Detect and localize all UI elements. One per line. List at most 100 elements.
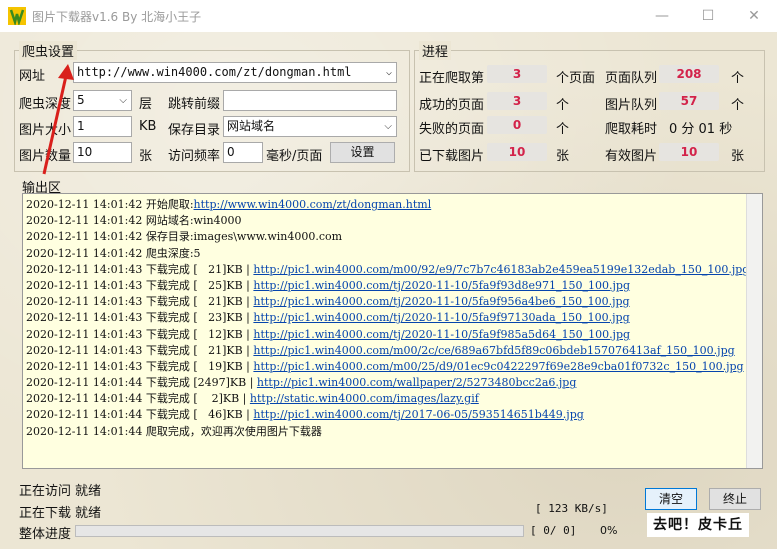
log-text: 2020-12-11 14:01:43 下载完成 [ 21]KB | xyxy=(26,295,254,309)
log-text: 2020-12-11 14:01:43 下载完成 [ 21]KB | xyxy=(26,343,254,357)
crawling-value: 3 xyxy=(487,65,547,83)
log-text: 2020-12-11 14:01:44 爬取完成，欢迎再次使用图片下载器 xyxy=(26,424,322,438)
log-text: 2020-12-11 14:01:42 网站域名:win4000 xyxy=(26,214,242,228)
log-line: 2020-12-11 14:01:42 保存目录:images\www.win4… xyxy=(23,229,762,245)
img-queue-unit: 个 xyxy=(731,98,745,113)
size-unit: KB xyxy=(139,119,157,134)
log-link[interactable]: http://pic1.win4000.com/tj/2020-11-10/5f… xyxy=(253,295,629,308)
log-text: 2020-12-11 14:01:43 下载完成 [ 23]KB | xyxy=(26,311,254,325)
log-text: 2020-12-11 14:01:42 保存目录:images\www.win4… xyxy=(26,230,343,244)
log-lines: 2020-12-11 14:01:42 开始爬取:http://www.win4… xyxy=(23,194,762,440)
log-text: 2020-12-11 14:01:42 爬虫深度:5 xyxy=(26,246,201,260)
save-dir-select[interactable]: 网站域名 ⌵ xyxy=(223,116,397,137)
set-button[interactable]: 设置 xyxy=(330,142,395,163)
url-combo[interactable]: http://www.win4000.com/zt/dongman.html ⌵ xyxy=(73,62,397,83)
jump-prefix-label: 跳转前缀 xyxy=(168,97,221,112)
log-line: 2020-12-11 14:01:42 爬虫深度:5 xyxy=(23,246,762,262)
freq-unit: 毫秒/页面 xyxy=(266,149,323,164)
valid-value: 10 xyxy=(659,143,719,161)
freq-input[interactable]: 0 xyxy=(223,142,263,163)
fail-label: 失败的页面 xyxy=(419,122,485,137)
log-link[interactable]: http://pic1.win4000.com/tj/2020-11-10/5f… xyxy=(253,311,629,324)
log-link[interactable]: http://pic1.win4000.com/tj/2020-11-10/5f… xyxy=(253,328,630,341)
log-text: 2020-12-11 14:01:43 下载完成 [ 21]KB | xyxy=(26,262,254,276)
visiting-label: 正在访问 xyxy=(19,484,72,499)
downloading-label: 正在下载 xyxy=(19,506,72,521)
maximize-icon[interactable]: ☐ xyxy=(685,0,731,32)
log-line: 2020-12-11 14:01:44 下载完成 [ 2]KB | http:/… xyxy=(23,391,762,407)
success-value: 3 xyxy=(487,92,547,110)
log-line: 2020-12-11 14:01:43 下载完成 [ 19]KB | http:… xyxy=(23,359,762,375)
log-link[interactable]: http://pic1.win4000.com/m00/92/e9/7c7b7c… xyxy=(253,263,749,276)
depth-select[interactable]: 5 ⌵ xyxy=(73,90,132,111)
minimize-icon[interactable]: — xyxy=(639,0,685,32)
save-dir-label: 保存目录 xyxy=(168,123,221,138)
clear-button[interactable]: 清空 xyxy=(645,488,697,510)
url-value: http://www.win4000.com/zt/dongman.html xyxy=(77,65,352,79)
log-line: 2020-12-11 14:01:43 下载完成 [ 25]KB | http:… xyxy=(23,278,762,294)
fail-value: 0 xyxy=(487,116,547,134)
page-queue-label: 页面队列 xyxy=(605,71,658,86)
img-queue-value: 57 xyxy=(659,92,719,110)
depth-unit: 层 xyxy=(139,97,153,112)
log-line: 2020-12-11 14:01:43 下载完成 [ 21]KB | http:… xyxy=(23,262,762,278)
log-link[interactable]: http://static.win4000.com/images/lazy.gi… xyxy=(250,392,479,405)
log-line: 2020-12-11 14:01:44 爬取完成，欢迎再次使用图片下载器 xyxy=(23,424,762,440)
log-text: 2020-12-11 14:01:44 下载完成 [2497]KB | xyxy=(26,376,257,390)
app-logo-icon xyxy=(8,7,26,25)
freq-label: 访问频率 xyxy=(168,149,221,164)
log-line: 2020-12-11 14:01:44 下载完成 [ 46]KB | http:… xyxy=(23,407,762,423)
chevron-down-icon[interactable]: ⌵ xyxy=(119,91,127,110)
downloaded-unit: 张 xyxy=(556,149,570,164)
log-scrollbar[interactable] xyxy=(746,194,762,468)
log-link[interactable]: http://pic1.win4000.com/m00/25/d9/01ec9c… xyxy=(253,360,743,373)
count-input[interactable]: 10 xyxy=(73,142,132,163)
page-queue-value: 208 xyxy=(659,65,719,83)
speed-value: [ 123 KB/s] xyxy=(535,502,608,515)
window-title: 图片下载器v1.6 By 北海小王子 xyxy=(32,10,202,24)
time-label: 爬取耗时 xyxy=(605,122,658,137)
chevron-down-icon[interactable]: ⌵ xyxy=(386,63,392,82)
log-text: 2020-12-11 14:01:44 下载完成 [ 2]KB | xyxy=(26,392,250,406)
crawling-label: 正在爬取第 xyxy=(419,71,485,86)
log-line: 2020-12-11 14:01:43 下载完成 [ 12]KB | http:… xyxy=(23,327,762,343)
time-value: 0 分 01 秒 xyxy=(669,122,733,137)
log-line: 2020-12-11 14:01:43 下载完成 [ 21]KB | http:… xyxy=(23,343,762,359)
watermark: 去吧！皮卡丘 xyxy=(647,513,749,537)
title-bar[interactable]: 图片下载器v1.6 By 北海小王子 — ☐ ✕ xyxy=(0,0,777,32)
close-icon[interactable]: ✕ xyxy=(731,0,777,32)
progress-group-title: 进程 xyxy=(419,41,452,60)
overall-percent: 0% xyxy=(600,524,618,537)
log-link[interactable]: http://pic1.win4000.com/m00/2c/ce/689a67… xyxy=(253,344,734,357)
output-log[interactable]: 2020-12-11 14:01:42 开始爬取:http://www.win4… xyxy=(22,193,763,469)
img-queue-label: 图片队列 xyxy=(605,98,658,113)
jump-prefix-input[interactable] xyxy=(223,90,397,111)
log-text: 2020-12-11 14:01:43 下载完成 [ 19]KB | xyxy=(26,359,254,373)
log-text: 2020-12-11 14:01:43 下载完成 [ 25]KB | xyxy=(26,278,254,292)
log-link[interactable]: http://pic1.win4000.com/tj/2020-11-10/5f… xyxy=(253,279,630,292)
fail-unit: 个 xyxy=(556,122,570,137)
page-queue-unit: 个 xyxy=(731,71,745,86)
log-text: 2020-12-11 14:01:43 下载完成 [ 12]KB | xyxy=(26,327,254,341)
success-label: 成功的页面 xyxy=(419,98,485,113)
log-text: 2020-12-11 14:01:44 下载完成 [ 46]KB | xyxy=(26,408,254,422)
valid-unit: 张 xyxy=(731,149,745,164)
stop-button[interactable]: 终止 xyxy=(709,488,761,510)
log-line: 2020-12-11 14:01:42 开始爬取:http://www.win4… xyxy=(23,197,762,213)
log-text: 2020-12-11 14:01:42 开始爬取: xyxy=(26,198,194,211)
overall-count: [ 0/ 0] xyxy=(530,524,577,537)
log-line: 2020-12-11 14:01:43 下载完成 [ 23]KB | http:… xyxy=(23,310,762,326)
crawling-unit: 个页面 xyxy=(556,71,596,86)
count-unit: 张 xyxy=(139,149,153,164)
downloaded-value: 10 xyxy=(487,143,547,161)
log-line: 2020-12-11 14:01:43 下载完成 [ 21]KB | http:… xyxy=(23,294,762,310)
chevron-down-icon[interactable]: ⌵ xyxy=(384,117,392,136)
settings-group-title: 爬虫设置 xyxy=(19,41,78,60)
log-link[interactable]: http://pic1.win4000.com/tj/2017-06-05/59… xyxy=(253,408,583,421)
size-input[interactable]: 1 xyxy=(73,116,132,137)
downloading-value: 就绪 xyxy=(75,506,102,521)
log-line: 2020-12-11 14:01:42 网站域名:win4000 xyxy=(23,213,762,229)
save-dir-value: 网站域名 xyxy=(227,119,276,133)
log-link[interactable]: http://www.win4000.com/zt/dongman.html xyxy=(194,198,432,211)
log-link[interactable]: http://pic1.win4000.com/wallpaper/2/5273… xyxy=(257,376,576,389)
